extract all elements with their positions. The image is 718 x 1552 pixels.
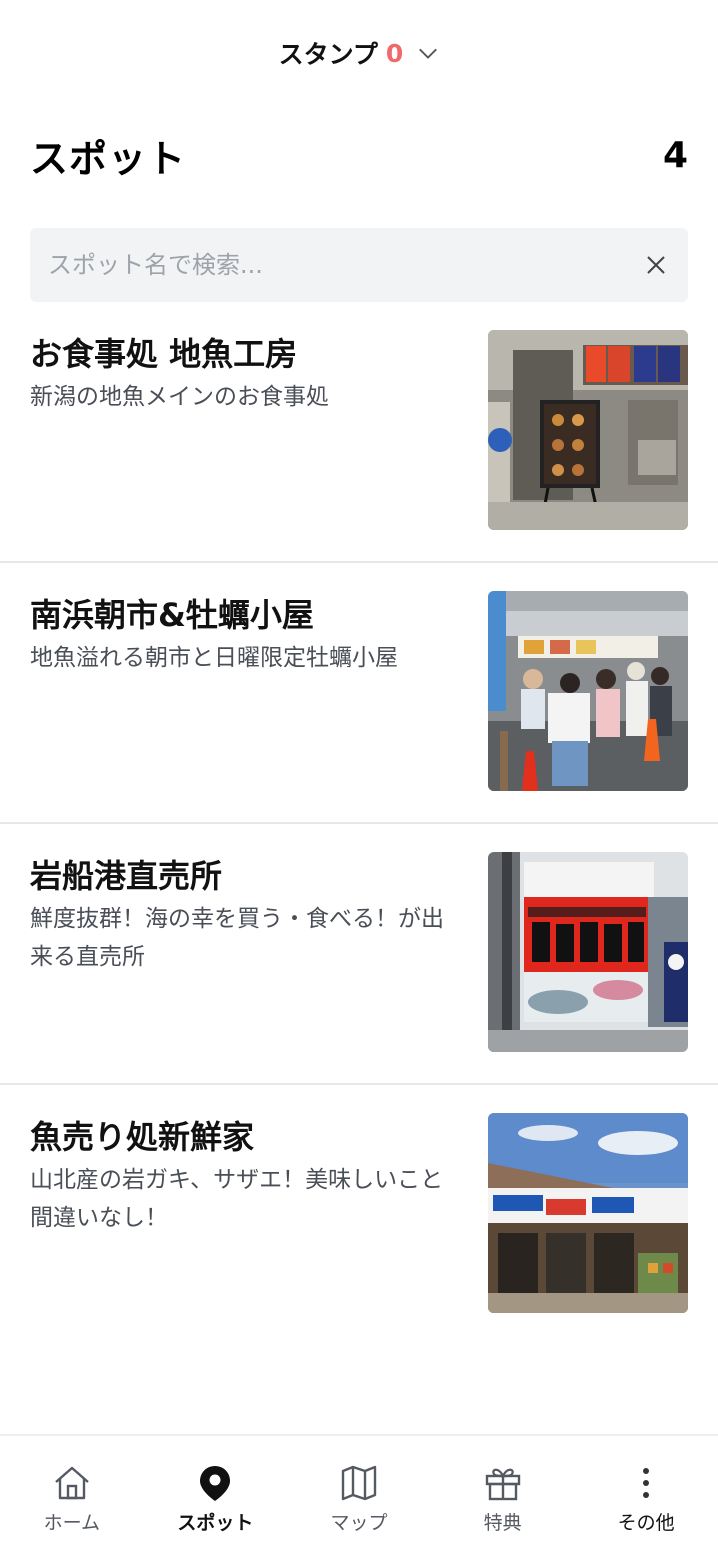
stamp-selector[interactable]: スタンプ 0	[0, 30, 718, 76]
spot-list-item[interactable]: お食事処 地魚工房 新潟の地魚メインのお食事処	[0, 302, 718, 563]
map-pin-icon	[194, 1462, 236, 1504]
app-root: スタンプ 0 スポット 4 お食事処 地魚工房 新潟の地魚メインのお食事処	[0, 0, 718, 1552]
harbor-shop-photo	[488, 852, 688, 1052]
nav-item-benefits[interactable]: 特典	[433, 1436, 573, 1535]
spot-description: 新潟の地魚メインのお食事処	[30, 384, 329, 410]
spot-name: お食事処 地魚工房	[30, 335, 298, 373]
spot-list-item[interactable]: 魚売り処新鮮家 山北産の岩ガキ、サザエ！美味しいこと間違いなし！	[0, 1085, 718, 1346]
spot-list: お食事処 地魚工房 新潟の地魚メインのお食事処 南浜朝市&牡蠣小屋 地魚溢れる朝…	[0, 302, 718, 1346]
nav-item-more[interactable]: その他	[576, 1436, 716, 1535]
spot-name: 岩船港直売所	[30, 857, 223, 895]
nav-label: スポット	[177, 1512, 254, 1534]
bottom-nav: ホーム スポット マップ 特典 その他	[0, 1434, 718, 1552]
spot-thumbnail	[488, 852, 688, 1052]
fish-shop-photo	[488, 1113, 688, 1313]
spot-text: 魚売り処新鮮家 山北産の岩ガキ、サザエ！美味しいこと間違いなし！	[30, 1115, 450, 1237]
spot-name: 南浜朝市&牡蠣小屋	[30, 596, 314, 634]
spot-text: 岩船港直売所 鮮度抜群！海の幸を買う・食べる！が出来る直売所	[30, 854, 450, 976]
nav-item-home[interactable]: ホーム	[2, 1436, 142, 1535]
chevron-down-icon	[419, 48, 438, 59]
search-bar	[30, 228, 688, 302]
spot-thumbnail	[488, 1113, 688, 1313]
spot-thumbnail	[488, 330, 688, 530]
nav-label: ホーム	[43, 1512, 101, 1534]
spot-text: 南浜朝市&牡蠣小屋 地魚溢れる朝市と日曜限定牡蠣小屋	[30, 593, 450, 677]
morning-market-photo	[488, 591, 688, 791]
home-icon	[51, 1462, 93, 1504]
spot-text: お食事処 地魚工房 新潟の地魚メインのお食事処	[30, 332, 450, 416]
stamp-label: スタンプ	[278, 40, 378, 69]
title-row: スポット 4	[30, 128, 688, 183]
spot-description: 地魚溢れる朝市と日曜限定牡蠣小屋	[30, 645, 398, 671]
spot-description: 山北産の岩ガキ、サザエ！美味しいこと間違いなし！	[30, 1167, 444, 1231]
clear-search-button[interactable]	[642, 251, 670, 279]
close-icon	[647, 256, 665, 274]
spot-list-item[interactable]: 南浜朝市&牡蠣小屋 地魚溢れる朝市と日曜限定牡蠣小屋	[0, 563, 718, 824]
stamp-count: 0	[385, 38, 404, 68]
map-icon	[338, 1462, 380, 1504]
gift-icon	[482, 1462, 524, 1504]
nav-item-map[interactable]: マップ	[289, 1436, 429, 1535]
more-vertical-icon	[625, 1462, 667, 1504]
page-title: スポット	[30, 137, 187, 181]
nav-label: 特典	[483, 1512, 522, 1534]
search-input[interactable]	[48, 251, 642, 279]
spot-thumbnail	[488, 591, 688, 791]
nav-item-spot[interactable]: スポット	[145, 1436, 285, 1535]
spot-count: 4	[662, 135, 688, 176]
spot-description: 鮮度抜群！海の幸を買う・食べる！が出来る直売所	[30, 906, 444, 970]
nav-label: その他	[617, 1512, 675, 1534]
spot-list-item[interactable]: 岩船港直売所 鮮度抜群！海の幸を買う・食べる！が出来る直売所	[0, 824, 718, 1085]
nav-label: マップ	[330, 1512, 388, 1534]
spot-name: 魚売り処新鮮家	[30, 1118, 255, 1156]
restaurant-storefront-photo	[488, 330, 688, 530]
